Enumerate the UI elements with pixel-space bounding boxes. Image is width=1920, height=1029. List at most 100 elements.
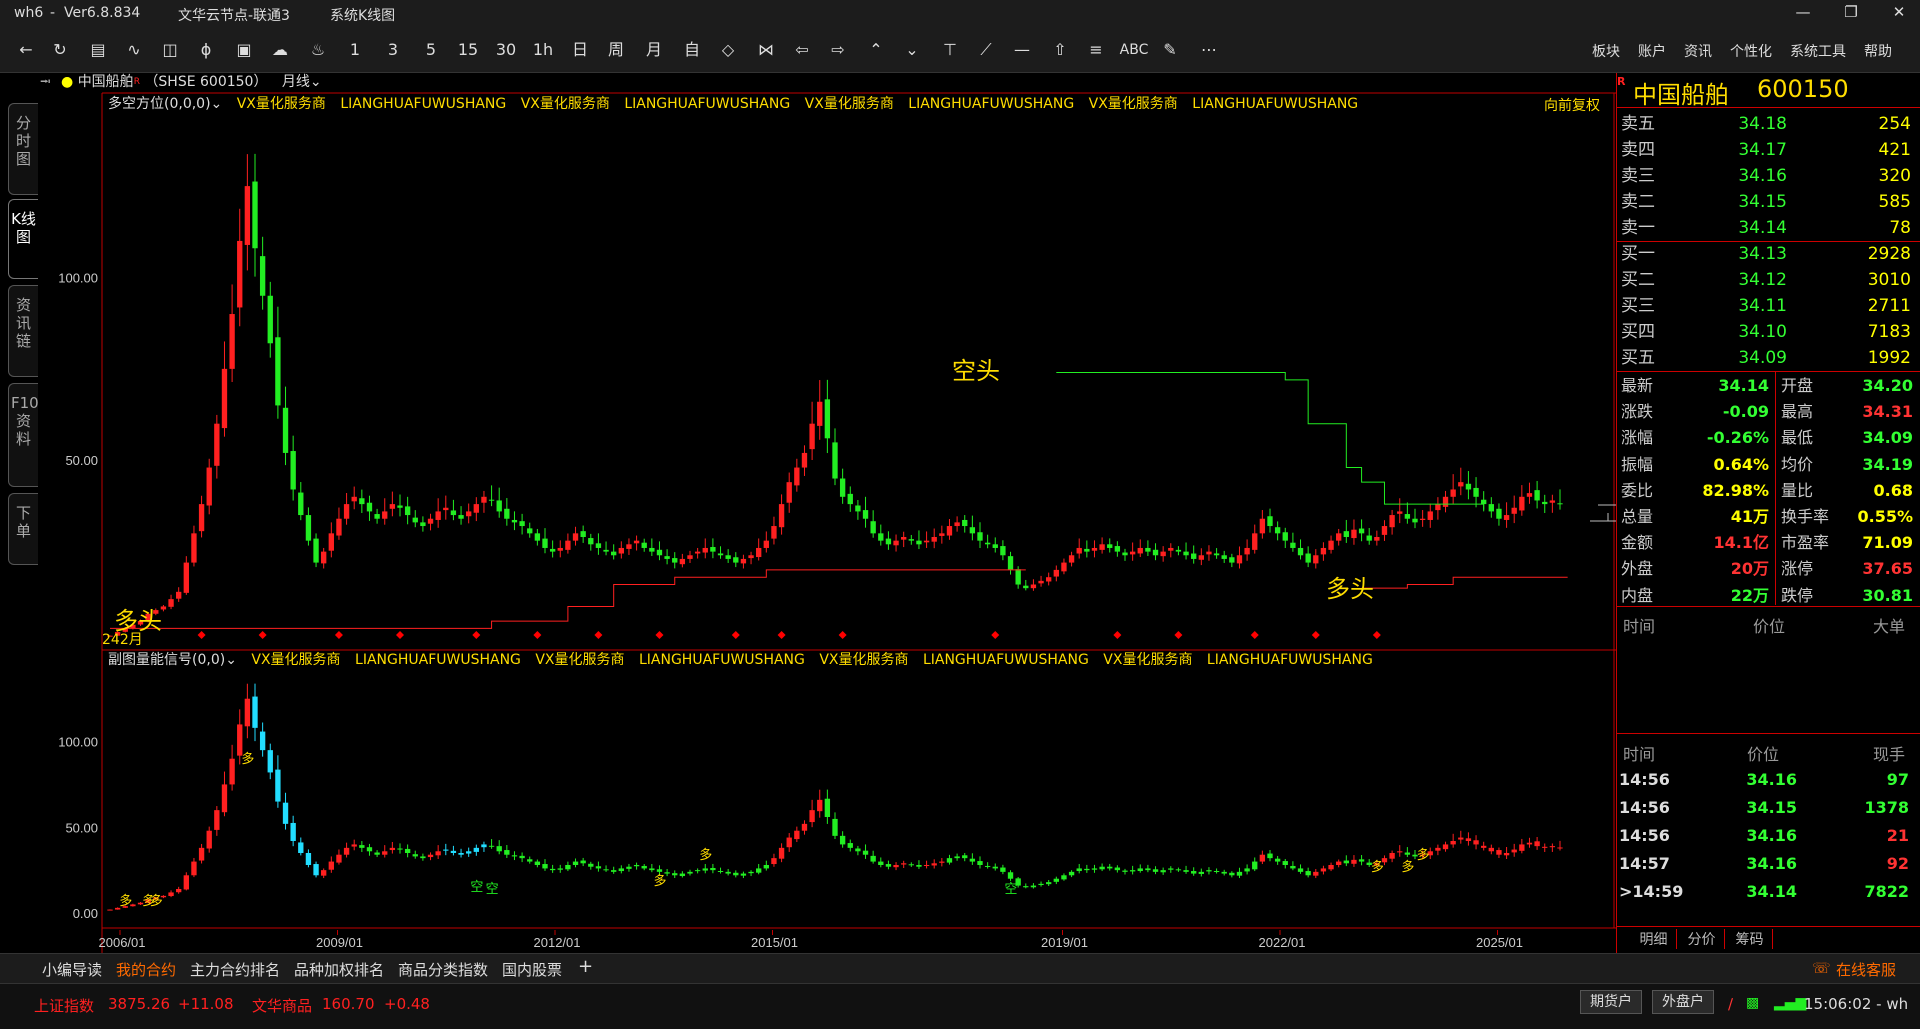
menu-tools[interactable]: 系统工具: [1790, 41, 1846, 61]
kline-chart[interactable]: 多多多多空 空多多空多 多多 100.0050.00100.0050.000.002…: [0, 73, 1616, 953]
period-selector[interactable]: 月线⌄: [282, 74, 322, 90]
candle-body: [382, 511, 388, 519]
add-tab-icon[interactable]: +: [578, 956, 593, 977]
adjust-mode[interactable]: 向前复权: [1544, 95, 1600, 115]
period-30[interactable]: 30: [492, 38, 520, 62]
menu-personalize[interactable]: 个性化: [1730, 41, 1772, 61]
online-service[interactable]: 在线客服: [1836, 959, 1896, 980]
outer-account-button[interactable]: 外盘户: [1652, 990, 1714, 1014]
candle-body: [1297, 547, 1304, 556]
status-bar: 上证指数 3875.26 +11.08 文华商品 160.70 +0.48 期货…: [0, 983, 1920, 1029]
stat-value: 0.68: [1873, 480, 1913, 500]
period-1h[interactable]: 1h: [530, 38, 556, 62]
tab-detail[interactable]: 明细: [1631, 929, 1677, 949]
bell-icon[interactable]: ♨: [306, 38, 330, 62]
text-tool-icon[interactable]: ABC: [1118, 38, 1150, 62]
signal-marker: [258, 631, 267, 639]
tab-weighted-rank[interactable]: 品种加权排名: [294, 959, 384, 980]
tab-main-rank[interactable]: 主力合约排名: [190, 959, 280, 980]
tab-news-chain[interactable]: 资讯链: [8, 285, 38, 377]
tab-timeshare[interactable]: 分时图: [8, 103, 38, 195]
period-month[interactable]: 月: [642, 38, 666, 62]
signal-text: 空: [470, 879, 483, 894]
candle-body: [1198, 555, 1204, 560]
tab-chips[interactable]: 筹码: [1727, 929, 1773, 949]
ask-row[interactable]: 卖四 34.17 421: [1617, 137, 1920, 163]
period-1[interactable]: 1: [344, 38, 366, 62]
restore-icon[interactable]: ❐: [1836, 3, 1866, 21]
line-chart-icon[interactable]: ∿: [122, 38, 146, 62]
tab-kline[interactable]: K线图: [8, 199, 38, 279]
draw-line-icon[interactable]: ⟋: [974, 38, 998, 62]
main-indicator-select[interactable]: 多空方位(0,0,0)⌄: [108, 96, 222, 112]
stat-value: 0.64%: [1713, 454, 1769, 474]
tab-commodity-index[interactable]: 商品分类指数: [398, 959, 488, 980]
menu-help[interactable]: 帮助: [1864, 41, 1892, 61]
more-icon[interactable]: ⋯: [1196, 38, 1222, 62]
move-down-icon[interactable]: ⌄: [900, 38, 924, 62]
sub-indicator-select[interactable]: 副图量能信号(0,0)⌄: [108, 652, 237, 668]
menu-news[interactable]: 资讯: [1684, 41, 1712, 61]
minimize-icon[interactable]: —: [1788, 3, 1818, 21]
flash-icon[interactable]: ϕ: [194, 38, 218, 62]
tab-my-contracts[interactable]: 我的合约: [116, 959, 176, 980]
period-15[interactable]: 15: [454, 38, 482, 62]
menu-sector[interactable]: 板块: [1592, 41, 1620, 61]
bid-row[interactable]: 买五 34.09 1992: [1617, 345, 1920, 371]
period-5[interactable]: 5: [420, 38, 442, 62]
futures-account-button[interactable]: 期货户: [1580, 990, 1642, 1014]
signal-body: [542, 864, 548, 869]
bid-row[interactable]: 买二 34.12 3010: [1617, 267, 1920, 293]
back-icon[interactable]: ←: [14, 38, 38, 62]
candle-body: [885, 538, 892, 545]
stat-value: 20万: [1730, 559, 1769, 579]
signal-body: [176, 889, 182, 893]
move-left-icon[interactable]: ⇦: [790, 38, 814, 62]
index2-name[interactable]: 文华商品: [252, 995, 312, 1016]
signal-body: [1526, 842, 1533, 845]
period-3[interactable]: 3: [382, 38, 404, 62]
candle-body: [588, 538, 594, 545]
stat-value: 37.65: [1862, 559, 1913, 579]
tab-editor-guide[interactable]: 小编导读: [42, 959, 102, 980]
zoom-in-icon[interactable]: ◇: [716, 38, 740, 62]
tab-f10[interactable]: F10资料: [8, 383, 39, 487]
tab-domestic-stocks[interactable]: 国内股票: [502, 959, 562, 980]
tab-price-dist[interactable]: 分价: [1679, 929, 1725, 949]
ask-row[interactable]: 卖三 34.16 320: [1617, 163, 1920, 189]
title-bar: wh6 - Ver6.8.834 文华云节点-联通3 系统K线图 — ❐ ✕: [0, 0, 1920, 28]
chart-area[interactable]: 多多多多空空多多空多多多 100.00 50.00 100.00 50.00 0.00 2…: [0, 73, 1616, 953]
refresh-icon[interactable]: ↻: [48, 38, 72, 62]
ask-row[interactable]: 卖五 34.18 254: [1617, 111, 1920, 137]
pen-icon[interactable]: ✎: [1158, 38, 1182, 62]
signal-body: [1503, 853, 1510, 856]
move-right-icon[interactable]: ⇨: [826, 38, 850, 62]
menu-account[interactable]: 账户: [1638, 41, 1666, 61]
hline-icon[interactable]: —: [1010, 38, 1034, 62]
ask-row[interactable]: 卖二 34.15 585: [1617, 189, 1920, 215]
tab-order[interactable]: 下单: [8, 493, 38, 565]
tick-row: 14:56 34.16 97: [1617, 767, 1920, 793]
signal-body: [618, 868, 624, 872]
kline-icon[interactable]: ◫: [158, 38, 182, 62]
template-icon[interactable]: ⭲: [40, 74, 51, 90]
index1-name[interactable]: 上证指数: [34, 995, 94, 1016]
close-icon[interactable]: ✕: [1884, 3, 1914, 21]
quote-list-icon[interactable]: ▤: [86, 38, 110, 62]
server-node[interactable]: 文华云节点-联通3: [178, 5, 290, 25]
screen-icon[interactable]: ▣: [232, 38, 256, 62]
headset-icon[interactable]: ☏: [1812, 959, 1831, 977]
fib-icon[interactable]: ≡: [1084, 38, 1108, 62]
ask-row[interactable]: 卖一 34.14 78: [1617, 215, 1920, 241]
zoom-out-icon[interactable]: ⋈: [754, 38, 778, 62]
cloud-icon[interactable]: ☁: [268, 38, 292, 62]
bid-row[interactable]: 买四 34.10 7183: [1617, 319, 1920, 345]
bid-row[interactable]: 买三 34.11 2711: [1617, 293, 1920, 319]
bid-row[interactable]: 买一 34.13 2928: [1617, 241, 1920, 267]
period-day[interactable]: 日: [568, 38, 592, 62]
arrow-up-icon[interactable]: ⇧: [1048, 38, 1072, 62]
period-custom[interactable]: 自: [680, 38, 704, 62]
crosshair-icon[interactable]: ⊤: [936, 38, 964, 62]
period-week[interactable]: 周: [604, 38, 628, 62]
move-up-icon[interactable]: ⌃: [864, 38, 888, 62]
